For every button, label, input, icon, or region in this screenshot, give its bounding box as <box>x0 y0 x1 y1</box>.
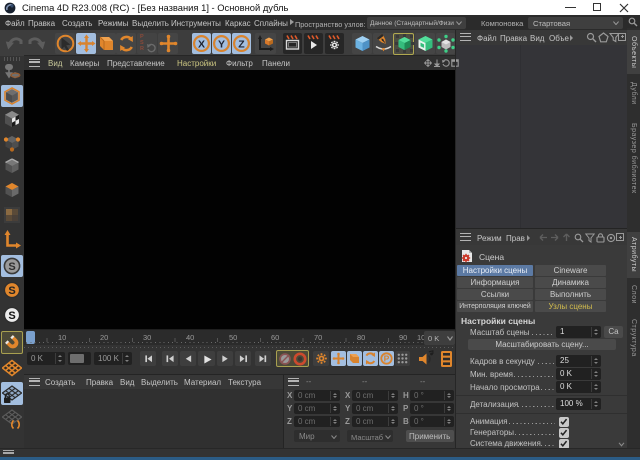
svg-text:Z: Z <box>238 38 245 50</box>
svg-text:X: X <box>198 38 205 50</box>
svg-text:S: S <box>8 285 15 297</box>
svg-text:Y: Y <box>218 38 225 50</box>
svg-text:S: S <box>8 310 15 322</box>
svg-text:P: P <box>384 354 390 364</box>
svg-text:S: S <box>8 261 15 273</box>
